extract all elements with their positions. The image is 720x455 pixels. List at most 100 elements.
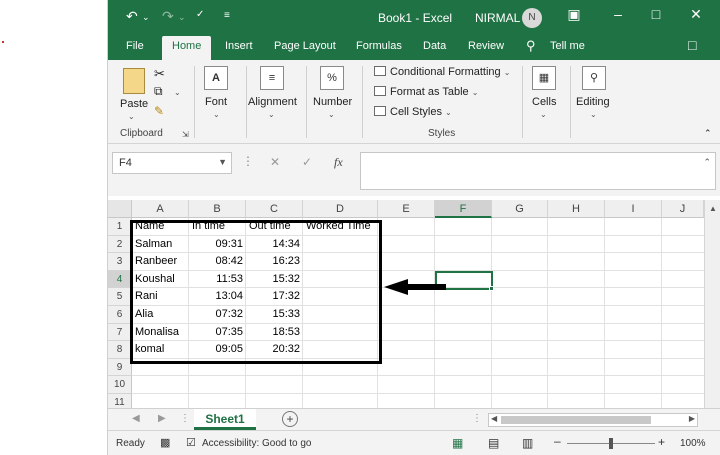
page-break-view-icon[interactable]: ▥ (522, 436, 533, 450)
user-name[interactable]: NIRMAL (475, 11, 520, 25)
tab-page-layout[interactable]: Page Layout (274, 40, 336, 52)
cells-icon[interactable]: ▦ (532, 66, 556, 90)
insert-function-icon[interactable]: fx (334, 155, 343, 170)
enter-icon[interactable]: ✓ (302, 155, 312, 169)
tab-insert[interactable]: Insert (225, 40, 253, 52)
cell-styles-button[interactable]: Cell Styles ⌄ (374, 106, 452, 118)
avatar[interactable]: N (522, 8, 542, 28)
maximize-icon[interactable]: □ (646, 6, 666, 22)
row-header-1[interactable]: 1 (108, 218, 132, 236)
paste-caret-icon[interactable]: ⌄ (128, 112, 135, 121)
percent-icon[interactable]: % (320, 66, 344, 90)
expand-formula-bar-icon[interactable]: ⌃ (703, 157, 711, 168)
zoom-in-icon[interactable]: + (658, 435, 665, 449)
conditional-caret-icon: ⌄ (503, 68, 511, 77)
ribbon-display-icon[interactable]: ▣ (564, 6, 584, 23)
spelling-icon[interactable]: ✓ (196, 9, 204, 20)
font-icon[interactable]: A (204, 66, 228, 90)
clipboard-launcher-icon[interactable]: ⇲ (182, 130, 189, 139)
select-all-corner[interactable] (108, 200, 132, 218)
redo-dropdown-icon[interactable]: ⌄ (178, 12, 186, 23)
row-header-7[interactable]: 7 (108, 323, 132, 342)
macro-record-icon[interactable]: ▩ (160, 436, 170, 449)
zoom-slider-thumb[interactable] (609, 438, 613, 449)
editing-button[interactable]: Editing (576, 96, 610, 108)
number-button[interactable]: Number (313, 96, 352, 108)
alignment-button[interactable]: Alignment (248, 96, 297, 108)
row-header-9[interactable]: 9 (108, 358, 132, 377)
search-icon[interactable]: ⚲ (582, 66, 606, 90)
cut-icon[interactable]: ✂ (154, 66, 165, 82)
scroll-right-icon[interactable]: ▶ (689, 414, 695, 423)
minimize-icon[interactable]: – (608, 6, 628, 22)
tell-me-search[interactable]: Tell me (550, 40, 585, 52)
paste-button[interactable]: Paste (120, 98, 148, 110)
name-box-caret-icon[interactable]: ▼ (218, 157, 227, 167)
comments-icon[interactable]: □ (688, 37, 696, 53)
column-header-g[interactable]: G (492, 200, 548, 218)
customize-toolbar-icon[interactable]: ≡ (224, 10, 230, 21)
tab-file[interactable]: File (126, 40, 144, 52)
redo-icon[interactable]: ↷ (162, 8, 174, 25)
conditional-formatting-button[interactable]: Conditional Formatting ⌄ (374, 66, 510, 78)
name-box[interactable]: F4 ▼ (112, 152, 232, 174)
zoom-level[interactable]: 100% (680, 438, 706, 449)
accessibility-icon[interactable]: ☑ (186, 436, 196, 449)
formula-bar-grip-icon: ⋮ (242, 154, 254, 168)
horizontal-scrollbar[interactable]: ◀ ▶ (488, 413, 698, 427)
tab-formulas[interactable]: Formulas (356, 40, 402, 52)
vertical-scrollbar[interactable]: ▲ (704, 200, 720, 408)
close-icon[interactable]: ✕ (686, 6, 706, 23)
row-header-3[interactable]: 3 (108, 253, 132, 271)
divider (362, 66, 363, 138)
row-header-5[interactable]: 5 (108, 288, 132, 306)
tab-review[interactable]: Review (468, 40, 504, 52)
hscroll-grip-icon: ⋮ (472, 413, 482, 424)
column-header-i[interactable]: I (605, 200, 662, 218)
scroll-left-icon[interactable]: ◀ (491, 414, 497, 423)
row-header-6[interactable]: 6 (108, 306, 132, 324)
column-header-a[interactable]: A (132, 200, 189, 218)
column-header-d[interactable]: D (303, 200, 378, 218)
column-header-e[interactable]: E (378, 200, 435, 218)
cells-button[interactable]: Cells (532, 96, 556, 108)
worksheet-grid[interactable]: ABCDEFGHIJ 1 2 3 4 5 6 7 8 9 10 11 Name In time Out … (108, 200, 720, 412)
gridline-row (132, 375, 712, 377)
hscroll-thumb[interactable] (501, 416, 651, 424)
font-button[interactable]: Font (205, 96, 227, 108)
normal-view-icon[interactable]: ▦ (452, 436, 463, 450)
row-header-4[interactable]: 4 (108, 270, 132, 289)
row-header-8[interactable]: 8 (108, 341, 132, 359)
undo-icon[interactable]: ↶ (126, 8, 138, 25)
format-painter-icon[interactable]: ✎ (154, 104, 164, 118)
column-header-f[interactable]: F (435, 200, 492, 218)
copy-icon[interactable]: ⧉ (154, 84, 163, 99)
divider (246, 66, 247, 138)
previous-sheet-icon[interactable]: ◀ (132, 413, 140, 424)
row-header-2[interactable]: 2 (108, 235, 132, 254)
copy-caret-icon[interactable]: ⌄ (174, 88, 181, 97)
column-header-j[interactable]: J (662, 200, 704, 218)
format-as-table-button[interactable]: Format as Table ⌄ (374, 86, 478, 98)
column-header-h[interactable]: H (548, 200, 605, 218)
page-layout-view-icon[interactable]: ▤ (488, 436, 499, 450)
alignment-icon[interactable]: ≡ (260, 66, 284, 90)
paste-icon[interactable] (123, 68, 145, 94)
row-header-10[interactable]: 10 (108, 376, 132, 394)
add-sheet-icon[interactable]: + (282, 411, 298, 427)
formula-input[interactable]: ⌃ (360, 152, 716, 190)
accessibility-status[interactable]: Accessibility: Good to go (202, 438, 312, 449)
scroll-up-icon[interactable]: ▲ (709, 204, 717, 213)
undo-dropdown-icon[interactable]: ⌄ (142, 12, 150, 23)
tab-data[interactable]: Data (423, 40, 446, 52)
status-bar: Ready ▩ ☑ Accessibility: Good to go ▦ ▤ … (108, 430, 720, 455)
column-header-c[interactable]: C (246, 200, 303, 218)
fill-handle[interactable] (489, 286, 494, 291)
zoom-out-icon[interactable]: – (554, 434, 561, 448)
next-sheet-icon[interactable]: ▶ (158, 413, 166, 424)
sheet-tab-sheet1[interactable]: Sheet1 (194, 409, 256, 430)
column-header-b[interactable]: B (189, 200, 246, 218)
cancel-icon[interactable]: ✕ (270, 155, 280, 169)
collapse-ribbon-icon[interactable]: ⌃ (704, 128, 712, 138)
tab-home[interactable]: Home (162, 36, 212, 60)
